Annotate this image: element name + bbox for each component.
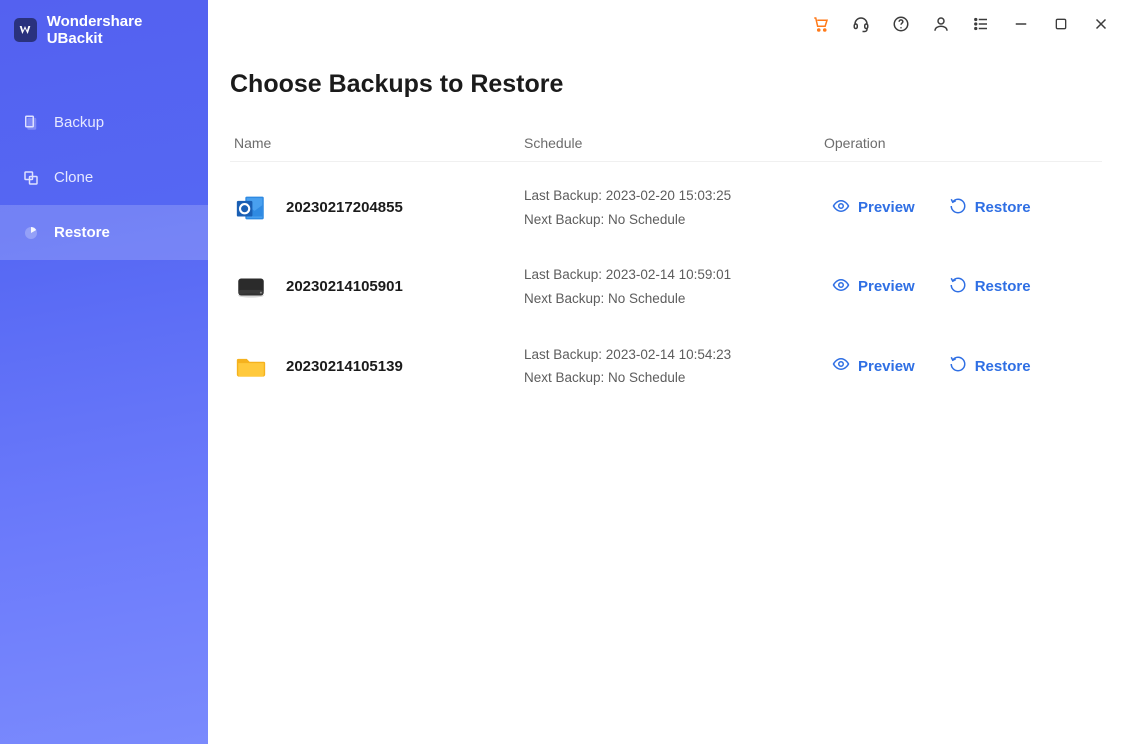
col-name: Name xyxy=(234,135,524,151)
sidebar-item-label: Backup xyxy=(54,114,104,131)
page-title: Choose Backups to Restore xyxy=(230,70,1102,99)
close-icon[interactable] xyxy=(1092,15,1110,33)
titlebar xyxy=(208,0,1124,40)
table-row: 20230217204855 Last Backup: 2023-02-20 15… xyxy=(230,168,1102,247)
col-operation: Operation xyxy=(824,135,1098,151)
backup-icon xyxy=(22,114,40,132)
menu-icon[interactable] xyxy=(972,15,990,33)
minimize-icon[interactable] xyxy=(1012,15,1030,33)
backup-name: 20230214105139 xyxy=(286,358,403,375)
backup-name: 20230214105901 xyxy=(286,278,403,295)
sidebar-item-backup[interactable]: Backup xyxy=(0,95,208,150)
history-icon xyxy=(949,197,967,219)
name-cell: 20230214105139 xyxy=(234,349,524,383)
preview-label: Preview xyxy=(858,358,915,375)
app-title: Wondershare UBackit xyxy=(47,13,194,47)
support-icon[interactable] xyxy=(852,15,870,33)
history-icon xyxy=(949,276,967,298)
preview-button[interactable]: Preview xyxy=(832,197,915,219)
cart-icon[interactable] xyxy=(812,15,830,33)
restore-icon xyxy=(22,224,40,242)
schedule-cell: Last Backup: 2023-02-14 10:59:01Next Bac… xyxy=(524,263,824,310)
sidebar-nav: Backup Clone Restore xyxy=(0,95,208,260)
clone-icon xyxy=(22,169,40,187)
schedule-cell: Last Backup: 2023-02-14 10:54:23Next Bac… xyxy=(524,343,824,390)
next-backup: Next Backup: No Schedule xyxy=(524,287,824,311)
history-icon xyxy=(949,355,967,377)
account-icon[interactable] xyxy=(932,15,950,33)
next-backup: Next Backup: No Schedule xyxy=(524,366,824,390)
list-header: Name Schedule Operation xyxy=(230,129,1102,162)
next-backup: Next Backup: No Schedule xyxy=(524,208,824,232)
operation-cell: Preview Restore xyxy=(824,355,1098,377)
last-backup: Last Backup: 2023-02-14 10:59:01 xyxy=(524,263,824,287)
sidebar-item-clone[interactable]: Clone xyxy=(0,150,208,205)
restore-label: Restore xyxy=(975,278,1031,295)
folder-icon xyxy=(234,349,268,383)
help-icon[interactable] xyxy=(892,15,910,33)
preview-button[interactable]: Preview xyxy=(832,276,915,298)
operation-cell: Preview Restore xyxy=(824,276,1098,298)
outlook-icon xyxy=(234,191,268,225)
backup-list: 20230217204855 Last Backup: 2023-02-20 15… xyxy=(230,168,1102,406)
sidebar-item-label: Restore xyxy=(54,224,110,241)
restore-label: Restore xyxy=(975,199,1031,216)
main: Choose Backups to Restore Name Schedule … xyxy=(208,0,1124,744)
schedule-cell: Last Backup: 2023-02-20 15:03:25Next Bac… xyxy=(524,184,824,231)
table-row: 20230214105139 Last Backup: 2023-02-14 10… xyxy=(230,327,1102,406)
restore-button[interactable]: Restore xyxy=(949,355,1031,377)
sidebar-item-label: Clone xyxy=(54,169,93,186)
sidebar: Wondershare UBackit Backup Clone Restore xyxy=(0,0,208,744)
eye-icon xyxy=(832,355,850,377)
restore-button[interactable]: Restore xyxy=(949,197,1031,219)
name-cell: 20230217204855 xyxy=(234,191,524,225)
backup-name: 20230217204855 xyxy=(286,199,403,216)
disk-icon xyxy=(234,270,268,304)
preview-button[interactable]: Preview xyxy=(832,355,915,377)
restore-label: Restore xyxy=(975,358,1031,375)
maximize-icon[interactable] xyxy=(1052,15,1070,33)
content: Choose Backups to Restore Name Schedule … xyxy=(208,40,1124,406)
operation-cell: Preview Restore xyxy=(824,197,1098,219)
last-backup: Last Backup: 2023-02-20 15:03:25 xyxy=(524,184,824,208)
name-cell: 20230214105901 xyxy=(234,270,524,304)
col-schedule: Schedule xyxy=(524,135,824,151)
eye-icon xyxy=(832,197,850,219)
eye-icon xyxy=(832,276,850,298)
sidebar-item-restore[interactable]: Restore xyxy=(0,205,208,260)
last-backup: Last Backup: 2023-02-14 10:54:23 xyxy=(524,343,824,367)
brand: Wondershare UBackit xyxy=(0,0,208,59)
preview-label: Preview xyxy=(858,199,915,216)
app-logo-icon xyxy=(14,18,37,42)
table-row: 20230214105901 Last Backup: 2023-02-14 10… xyxy=(230,247,1102,326)
preview-label: Preview xyxy=(858,278,915,295)
restore-button[interactable]: Restore xyxy=(949,276,1031,298)
